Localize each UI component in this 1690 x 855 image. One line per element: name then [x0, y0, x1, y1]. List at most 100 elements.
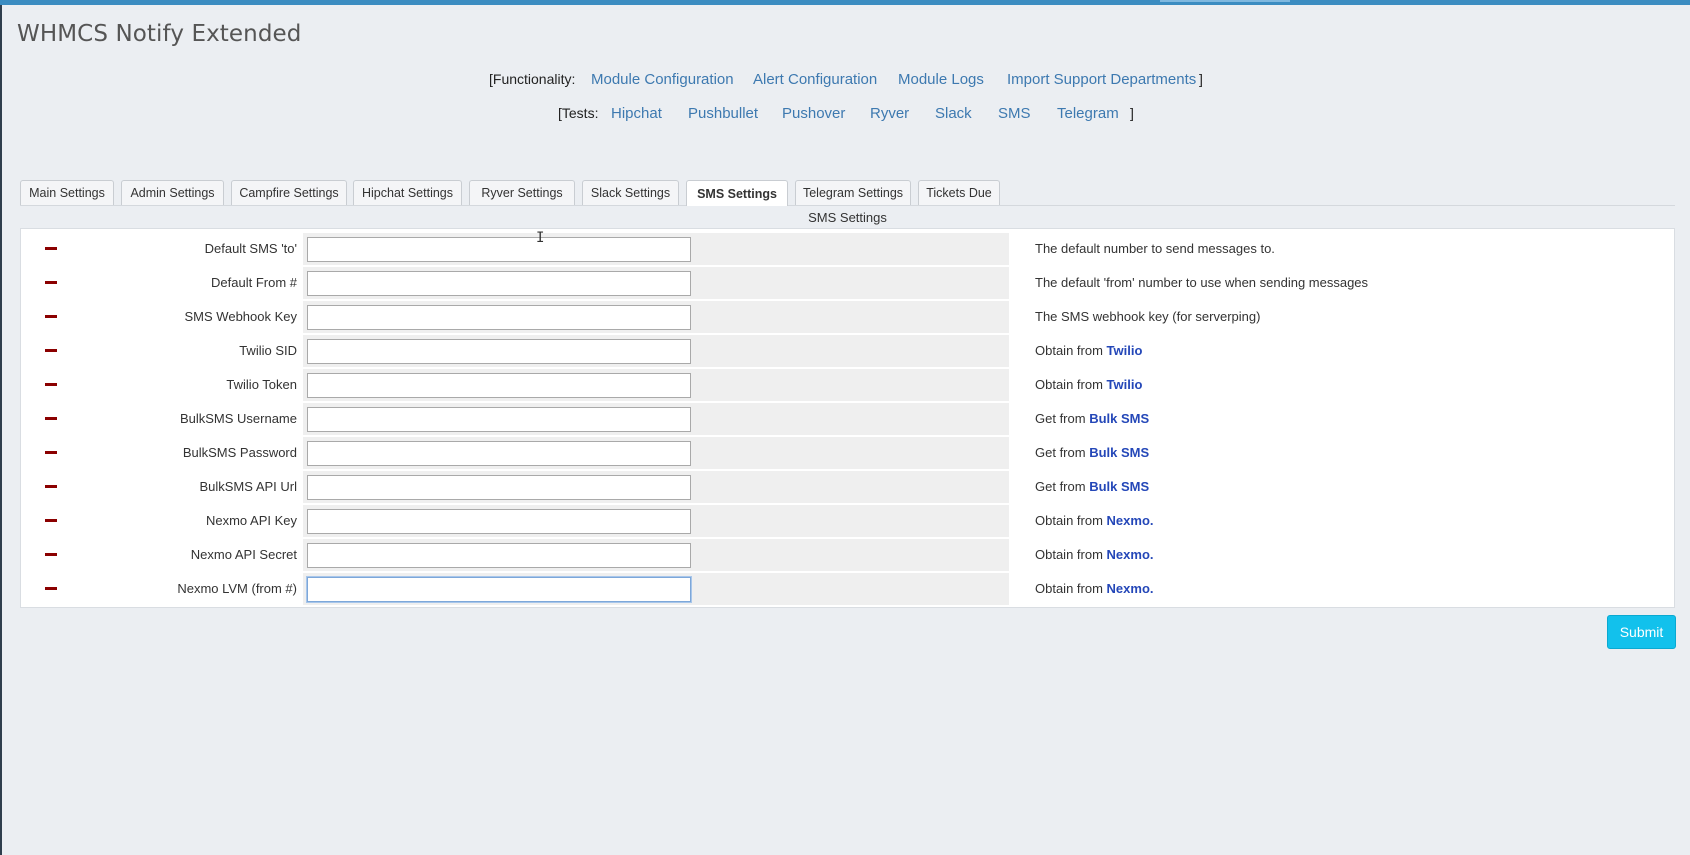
tab-ryver-settings[interactable]: Ryver Settings: [469, 180, 575, 205]
twilio-token-description: Obtain from Twilio: [1035, 377, 1142, 392]
bulksms-api-url-label: BulkSMS API Url: [199, 479, 297, 494]
twilio-sid-label: Twilio SID: [239, 343, 297, 358]
nexmo-api-key-cell: [303, 505, 1009, 537]
functionality-nav: [Functionality: Module Configuration Ale…: [0, 71, 1690, 91]
default-from-cell: [303, 267, 1009, 299]
remove-icon[interactable]: [45, 553, 57, 556]
twilio-sid-cell: [303, 335, 1009, 367]
link-module-logs[interactable]: Module Logs: [898, 71, 984, 88]
tab-admin-settings[interactable]: Admin Settings: [121, 180, 224, 205]
default-sms-to-cell: [303, 233, 1009, 265]
nexmo-api-secret-input[interactable]: [307, 543, 691, 568]
tab-campfire-settings[interactable]: Campfire Settings: [231, 180, 347, 205]
twilio-sid-description-text: Obtain from: [1035, 343, 1107, 358]
nexmo-api-key-input[interactable]: [307, 509, 691, 534]
bulksms-api-url-input[interactable]: [307, 475, 691, 500]
form-row-nexmo-api-secret: Nexmo API Secret Obtain from Nexmo.: [25, 539, 1670, 571]
link-test-pushbullet[interactable]: Pushbullet: [688, 105, 758, 122]
bulksms-username-description-text: Get from: [1035, 411, 1090, 426]
text-cursor-icon: I: [536, 230, 545, 246]
twilio-sid-provider-link[interactable]: Twilio: [1107, 343, 1143, 358]
form-row-twilio-sid: Twilio SID Obtain from Twilio: [25, 335, 1670, 367]
section-caption: SMS Settings: [808, 210, 887, 225]
remove-icon[interactable]: [45, 315, 57, 318]
form-row-bulksms-api-url: BulkSMS API Url Get from Bulk SMS: [25, 471, 1670, 503]
default-sms-to-input[interactable]: [307, 237, 691, 262]
sms-webhook-key-description: The SMS webhook key (for serverping): [1035, 309, 1260, 324]
remove-icon[interactable]: [45, 485, 57, 488]
twilio-token-cell: [303, 369, 1009, 401]
twilio-token-provider-link[interactable]: Twilio: [1107, 377, 1143, 392]
remove-icon[interactable]: [45, 417, 57, 420]
remove-icon[interactable]: [45, 451, 57, 454]
bulksms-password-provider-link[interactable]: Bulk SMS: [1089, 445, 1149, 460]
default-sms-to-label: Default SMS 'to': [204, 241, 297, 256]
sms-webhook-key-input[interactable]: [307, 305, 691, 330]
form-row-twilio-token: Twilio Token Obtain from Twilio: [25, 369, 1670, 401]
link-alert-configuration[interactable]: Alert Configuration: [753, 71, 877, 88]
nexmo-lvm-description: Obtain from Nexmo.: [1035, 581, 1154, 596]
bulksms-username-provider-link[interactable]: Bulk SMS: [1089, 411, 1149, 426]
nexmo-lvm-provider-link[interactable]: Nexmo.: [1107, 581, 1154, 596]
link-test-slack[interactable]: Slack: [935, 105, 972, 122]
top-accent-bar: [0, 0, 1690, 5]
bulksms-username-input[interactable]: [307, 407, 691, 432]
link-import-support-departments[interactable]: Import Support Departments: [1007, 71, 1196, 88]
tab-tickets-due[interactable]: Tickets Due: [918, 180, 1000, 205]
settings-tabs: Main Settings Admin Settings Campfire Se…: [20, 180, 1675, 206]
nexmo-lvm-input[interactable]: [307, 577, 691, 602]
sms-webhook-key-cell: [303, 301, 1009, 333]
twilio-token-label: Twilio Token: [226, 377, 297, 392]
bulksms-password-description-text: Get from: [1035, 445, 1090, 460]
sms-webhook-key-label: SMS Webhook Key: [184, 309, 297, 324]
bulksms-api-url-provider-link[interactable]: Bulk SMS: [1089, 479, 1149, 494]
nexmo-api-secret-cell: [303, 539, 1009, 571]
functionality-close: ]: [1199, 71, 1203, 87]
link-test-telegram[interactable]: Telegram: [1057, 105, 1119, 122]
tab-main-settings[interactable]: Main Settings: [20, 180, 114, 205]
link-test-hipchat[interactable]: Hipchat: [611, 105, 662, 122]
nexmo-lvm-cell: [303, 573, 1009, 605]
form-row-bulksms-username: BulkSMS Username Get from Bulk SMS: [25, 403, 1670, 435]
tab-telegram-settings[interactable]: Telegram Settings: [795, 180, 911, 205]
submit-button[interactable]: Submit: [1607, 615, 1676, 649]
link-test-ryver[interactable]: Ryver: [870, 105, 909, 122]
nexmo-api-secret-description: Obtain from Nexmo.: [1035, 547, 1154, 562]
top-bar-highlight: [1160, 0, 1290, 2]
default-from-input[interactable]: [307, 271, 691, 296]
default-from-description-text: The default 'from' number to use when se…: [1035, 275, 1369, 290]
remove-icon[interactable]: [45, 349, 57, 352]
nexmo-lvm-label: Nexmo LVM (from #): [177, 581, 297, 596]
default-sms-to-description-text: The default number to send messages to.: [1035, 241, 1275, 256]
tab-sms-settings[interactable]: SMS Settings: [686, 180, 788, 206]
remove-icon[interactable]: [45, 383, 57, 386]
remove-icon[interactable]: [45, 519, 57, 522]
remove-icon[interactable]: [45, 587, 57, 590]
twilio-token-input[interactable]: [307, 373, 691, 398]
nexmo-api-key-label: Nexmo API Key: [205, 513, 297, 528]
nexmo-api-key-provider-link[interactable]: Nexmo.: [1107, 513, 1154, 528]
tab-slack-settings[interactable]: Slack Settings: [582, 180, 679, 205]
bulksms-password-cell: [303, 437, 1009, 469]
remove-icon[interactable]: [45, 281, 57, 284]
bulksms-username-cell: [303, 403, 1009, 435]
tab-hipchat-settings[interactable]: Hipchat Settings: [353, 180, 462, 205]
form-row-default-from: Default From # The default 'from' number …: [25, 267, 1670, 299]
nexmo-api-secret-description-text: Obtain from: [1035, 547, 1107, 562]
link-test-sms[interactable]: SMS: [998, 105, 1031, 122]
nexmo-api-key-description: Obtain from Nexmo.: [1035, 513, 1154, 528]
form-row-sms-webhook-key: SMS Webhook Key The SMS webhook key (for …: [25, 301, 1670, 333]
nexmo-api-secret-provider-link[interactable]: Nexmo.: [1107, 547, 1154, 562]
bulksms-username-label: BulkSMS Username: [179, 411, 297, 426]
default-from-label: Default From #: [211, 275, 297, 290]
twilio-sid-input[interactable]: [307, 339, 691, 364]
link-module-configuration[interactable]: Module Configuration: [591, 71, 734, 88]
link-test-pushover[interactable]: Pushover: [782, 105, 845, 122]
bulksms-password-input[interactable]: [307, 441, 691, 466]
functionality-label: [Functionality:: [489, 71, 576, 87]
bulksms-username-description: Get from Bulk SMS: [1035, 411, 1149, 426]
form-row-nexmo-lvm: Nexmo LVM (from #) Obtain from Nexmo.: [25, 573, 1670, 605]
twilio-token-description-text: Obtain from: [1035, 377, 1107, 392]
remove-icon[interactable]: [45, 247, 57, 250]
twilio-sid-description: Obtain from Twilio: [1035, 343, 1142, 358]
